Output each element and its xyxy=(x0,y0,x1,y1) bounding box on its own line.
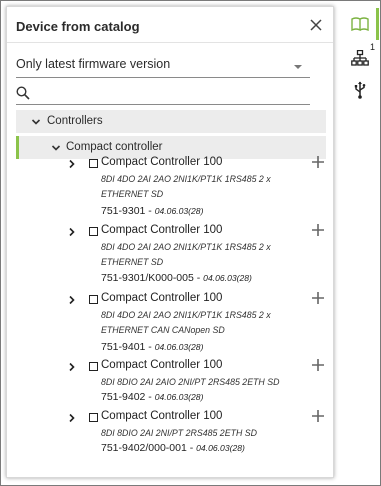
chevron-right-icon[interactable] xyxy=(67,227,77,237)
tree-group-controllers[interactable]: Controllers xyxy=(16,110,326,133)
device-description: 8DI 8DIO 2AI 2NI/PT 2RS485 2ETH SD xyxy=(101,428,257,438)
search-icon xyxy=(16,86,30,100)
network-badge: 1 xyxy=(370,42,376,52)
firmware-filter-value: Only latest firmware version xyxy=(16,57,171,71)
device-order-number: 751-9402/000-001 - 04.06.03(28) xyxy=(101,442,245,454)
device-description: 8DI 8DIO 2AI 2AIO 2NI/PT 2RS485 2ETH SD xyxy=(101,377,280,387)
close-icon[interactable] xyxy=(308,17,324,33)
device-order-number: 751-9301/K000-005 - 04.06.03(28) xyxy=(101,272,252,284)
usb-icon xyxy=(354,81,366,99)
search-input[interactable] xyxy=(36,85,306,103)
device-catalog-panel: Device from catalog Only latest firmware… xyxy=(6,6,334,478)
chevron-right-icon[interactable] xyxy=(67,362,77,372)
chevron-right-icon[interactable] xyxy=(67,413,77,423)
device-order-number: 751-9401 - 04.06.03(28) xyxy=(101,341,203,353)
chevron-right-icon[interactable] xyxy=(67,295,77,305)
device-description: 8DI 4DO 2AI 2AO 2NI1K/PT1K 1RS485 2 x ET… xyxy=(101,242,271,267)
device-name: Compact Controller 100 xyxy=(101,156,223,168)
chevron-right-icon[interactable] xyxy=(67,159,77,169)
device-checkbox[interactable] xyxy=(89,362,98,371)
device-order-number: 751-9301 - 04.06.03(28) xyxy=(101,205,203,217)
add-device-icon[interactable] xyxy=(311,223,325,237)
active-tab-indicator xyxy=(376,8,379,40)
firmware-version: 04.06.03(28) xyxy=(154,342,204,352)
device-description: 8DI 4DO 2AI 2AO 2NI1K/PT1K 1RS485 2 x ET… xyxy=(101,174,271,199)
order-number: 751-9301/K000-005 - xyxy=(101,272,204,284)
tree-group-label: Controllers xyxy=(47,115,103,127)
order-number: 751-9402 - xyxy=(101,391,155,403)
tree-group-label: Compact controller xyxy=(66,141,163,153)
device-name: Compact Controller 100 xyxy=(101,359,223,371)
order-number: 751-9301 - xyxy=(101,205,155,217)
add-device-icon[interactable] xyxy=(311,358,325,372)
device-name: Compact Controller 100 xyxy=(101,292,223,304)
chevron-down-icon xyxy=(294,65,302,69)
order-number: 751-9401 - xyxy=(101,341,155,353)
firmware-version: 04.06.03(28) xyxy=(154,392,204,402)
firmware-version: 04.06.03(28) xyxy=(203,273,252,283)
add-device-icon[interactable] xyxy=(311,155,325,169)
chevron-down-icon[interactable] xyxy=(31,117,41,127)
tab-usb[interactable] xyxy=(340,76,380,106)
tab-network[interactable]: 1 xyxy=(340,42,380,73)
book-open-icon xyxy=(351,17,369,31)
order-number: 751-9402/000-001 - xyxy=(101,442,197,454)
device-description: 8DI 4DO 2AI 2AO 2NI1K/PT1K 1RS485 2 x ET… xyxy=(101,310,271,335)
network-tree-icon xyxy=(351,50,369,66)
tab-catalog[interactable] xyxy=(340,8,380,40)
right-sidebar: 1 xyxy=(340,6,380,478)
device-checkbox[interactable] xyxy=(89,227,98,236)
search-field[interactable] xyxy=(16,85,310,105)
device-order-number: 751-9402 - 04.06.03(28) xyxy=(101,391,203,403)
panel-header: Device from catalog xyxy=(7,7,333,43)
add-device-icon[interactable] xyxy=(311,291,325,305)
device-checkbox[interactable] xyxy=(89,159,98,168)
device-checkbox[interactable] xyxy=(89,413,98,422)
device-name: Compact Controller 100 xyxy=(101,224,223,236)
device-checkbox[interactable] xyxy=(89,295,98,304)
firmware-version: 04.06.03(28) xyxy=(196,443,245,453)
firmware-version: 04.06.03(28) xyxy=(154,206,204,216)
chevron-down-icon[interactable] xyxy=(51,143,61,153)
device-name: Compact Controller 100 xyxy=(101,410,223,422)
firmware-filter-select[interactable]: Only latest firmware version xyxy=(16,54,310,78)
add-device-icon[interactable] xyxy=(311,409,325,423)
panel-title: Device from catalog xyxy=(16,19,140,34)
